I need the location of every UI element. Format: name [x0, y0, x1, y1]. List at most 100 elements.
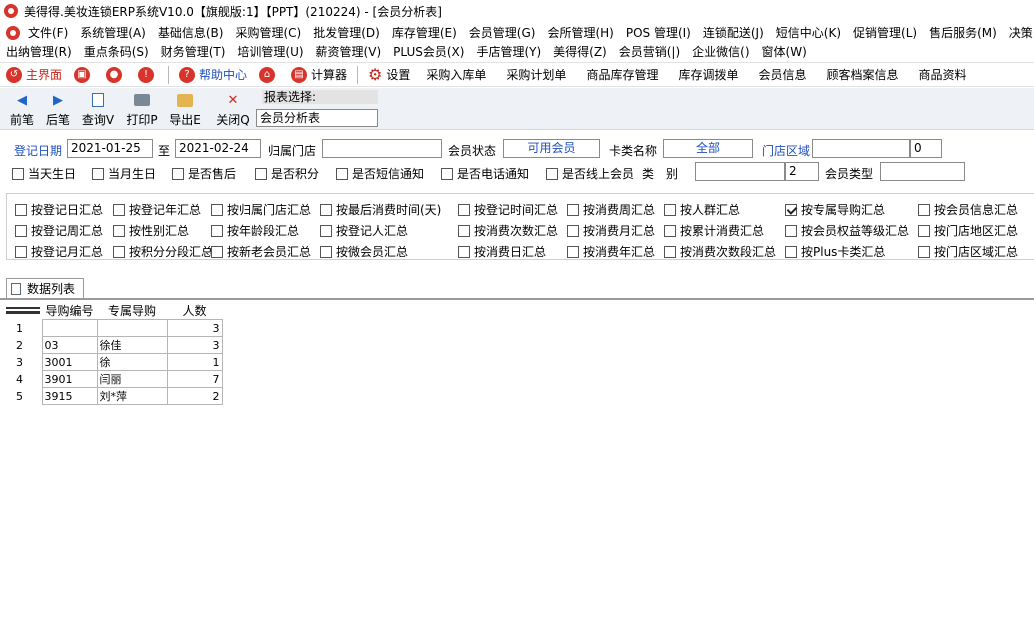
menu-club[interactable]: 会所管理(H): [541, 24, 619, 41]
phone-notify-checkbox[interactable]: 是否电话通知: [441, 165, 529, 182]
calculator-button[interactable]: ▤ 计算器: [285, 64, 353, 86]
menu-cashier[interactable]: 出纳管理(R): [0, 43, 78, 60]
class-code[interactable]: 2: [785, 162, 819, 181]
group-option[interactable]: 按会员信息汇总: [918, 201, 1018, 218]
group-option[interactable]: 按微会员汇总: [320, 243, 408, 260]
member-status-select[interactable]: 可用会员: [503, 139, 600, 158]
cell-count[interactable]: 1: [166, 353, 223, 371]
header-guide-code[interactable]: 导购编号: [42, 302, 97, 320]
group-option[interactable]: 按Plus卡类汇总: [785, 243, 885, 260]
menu-system[interactable]: 系统管理(A): [74, 24, 152, 41]
header-count[interactable]: 人数: [167, 302, 222, 320]
link-purchase-inbound[interactable]: 采购入库单: [416, 64, 496, 86]
table-row[interactable]: 4 3901 闫丽 7: [4, 370, 223, 388]
cell-guide-code[interactable]: 3001: [41, 353, 98, 371]
group-option[interactable]: 按消费月汇总: [567, 222, 655, 239]
cell-count[interactable]: 2: [166, 387, 223, 405]
member-type-input[interactable]: [880, 162, 965, 181]
menu-file[interactable]: 文件(F): [22, 24, 74, 41]
today-birthday-checkbox[interactable]: 当天生日: [12, 165, 76, 182]
group-option[interactable]: 按消费次数段汇总: [664, 243, 776, 260]
group-option[interactable]: 按消费日汇总: [458, 243, 546, 260]
menu-inventory[interactable]: 库存管理(E): [386, 24, 463, 41]
date-from-input[interactable]: 2021-01-25: [67, 139, 153, 158]
row-selector-header[interactable]: [4, 302, 42, 320]
menu-wholesale[interactable]: 批发管理(D): [307, 24, 386, 41]
after-sales-checkbox[interactable]: 是否售后: [172, 165, 236, 182]
cell-guide-code[interactable]: 3915: [41, 387, 98, 405]
menu-after-sales[interactable]: 售后服务(M): [923, 24, 1003, 41]
group-option[interactable]: 按门店地区汇总: [918, 222, 1018, 239]
group-option[interactable]: 按性别汇总: [113, 222, 189, 239]
link-member-info[interactable]: 会员信息: [748, 64, 816, 86]
table-row[interactable]: 2 03 徐佳 3: [4, 336, 223, 354]
menu-key-barcode[interactable]: 重点条码(S): [78, 43, 155, 60]
link-customer-archive[interactable]: 顾客档案信息: [816, 64, 908, 86]
cell-guide-code[interactable]: 3901: [41, 370, 98, 388]
cell-guide-name[interactable]: 徐: [96, 353, 168, 371]
cell-count[interactable]: 7: [166, 370, 223, 388]
store-region-input[interactable]: [812, 139, 910, 158]
sms-notify-checkbox[interactable]: 是否短信通知: [336, 165, 424, 182]
cell-count[interactable]: 3: [166, 319, 223, 337]
menu-mobile-store[interactable]: 手店管理(Y): [470, 43, 547, 60]
table-row[interactable]: 5 3915 刘*萍 2: [4, 387, 223, 405]
tab-data-list[interactable]: 数据列表: [6, 278, 84, 298]
cell-guide-name[interactable]: 刘*萍: [96, 387, 168, 405]
group-option[interactable]: 按消费次数汇总: [458, 222, 558, 239]
group-option[interactable]: 按积分分段汇总: [113, 243, 213, 260]
menu-salary[interactable]: 薪资管理(V): [310, 43, 388, 60]
query-button[interactable]: 查询V: [78, 91, 118, 129]
group-option[interactable]: 按消费年汇总: [567, 243, 655, 260]
cell-guide-name[interactable]: 徐佳: [96, 336, 168, 354]
menu-meidede[interactable]: 美得得(Z): [547, 43, 613, 60]
help-center-button[interactable]: ? 帮助中心: [173, 64, 253, 86]
prev-record-button[interactable]: ◀ 前笔: [2, 91, 42, 129]
online-member-checkbox[interactable]: 是否线上会员: [546, 165, 634, 182]
settings-button[interactable]: ⚙ 设置: [362, 64, 416, 86]
group-option[interactable]: 按会员权益等级汇总: [785, 222, 909, 239]
group-option[interactable]: 按最后消费时间(天): [320, 201, 441, 218]
alert-button[interactable]: !: [132, 64, 164, 86]
menu-distribution[interactable]: 连锁配送(J): [697, 24, 770, 41]
home-page-button[interactable]: ⌂: [253, 64, 285, 86]
menu-promotion[interactable]: 促销管理(L): [847, 24, 923, 41]
group-option[interactable]: 按归属门店汇总: [211, 201, 311, 218]
menu-wecom[interactable]: 企业微信(): [686, 43, 755, 60]
chat-button[interactable]: ●: [100, 64, 132, 86]
home-button[interactable]: ↺ 主界面: [0, 64, 68, 86]
export-button[interactable]: 导出E: [165, 91, 205, 129]
menu-finance[interactable]: 财务管理(T): [155, 43, 232, 60]
group-option[interactable]: 按年龄段汇总: [211, 222, 299, 239]
group-option[interactable]: 按登记月汇总: [15, 243, 103, 260]
date-to-input[interactable]: 2021-02-24: [175, 139, 261, 158]
link-product-data[interactable]: 商品资料: [909, 64, 977, 86]
group-option-checked[interactable]: 按专属导购汇总: [785, 201, 885, 218]
points-checkbox[interactable]: 是否积分: [255, 165, 319, 182]
group-option[interactable]: 按消费周汇总: [567, 201, 655, 218]
link-product-stock[interactable]: 商品库存管理: [576, 64, 668, 86]
card-type-select[interactable]: 全部: [663, 139, 753, 158]
group-option[interactable]: 按登记日汇总: [15, 201, 103, 218]
menu-member[interactable]: 会员管理(G): [463, 24, 542, 41]
report-select[interactable]: 会员分析表: [256, 109, 378, 127]
print-button[interactable]: 打印P: [122, 91, 162, 129]
cell-guide-name[interactable]: 闫丽: [96, 370, 168, 388]
cell-guide-code[interactable]: [41, 319, 98, 337]
cell-guide-name[interactable]: [96, 319, 168, 337]
group-option[interactable]: 按登记年汇总: [113, 201, 201, 218]
cell-guide-code[interactable]: 03: [41, 336, 98, 354]
group-option[interactable]: 按累计消费汇总: [664, 222, 764, 239]
link-stock-transfer[interactable]: 库存调拨单: [668, 64, 748, 86]
menu-purchase[interactable]: 采购管理(C): [229, 24, 307, 41]
group-option[interactable]: 按登记周汇总: [15, 222, 103, 239]
store-region-code[interactable]: 0: [910, 139, 942, 158]
next-record-button[interactable]: ▶ 后笔: [38, 91, 78, 129]
menu-training[interactable]: 培训管理(U): [231, 43, 309, 60]
class-input[interactable]: [695, 162, 785, 181]
menu-decision[interactable]: 决策: [1003, 24, 1034, 41]
link-purchase-plan[interactable]: 采购计划单: [496, 64, 576, 86]
menu-plus-member[interactable]: PLUS会员(X): [387, 43, 470, 60]
menu-window[interactable]: 窗体(W): [756, 43, 813, 60]
cell-count[interactable]: 3: [166, 336, 223, 354]
